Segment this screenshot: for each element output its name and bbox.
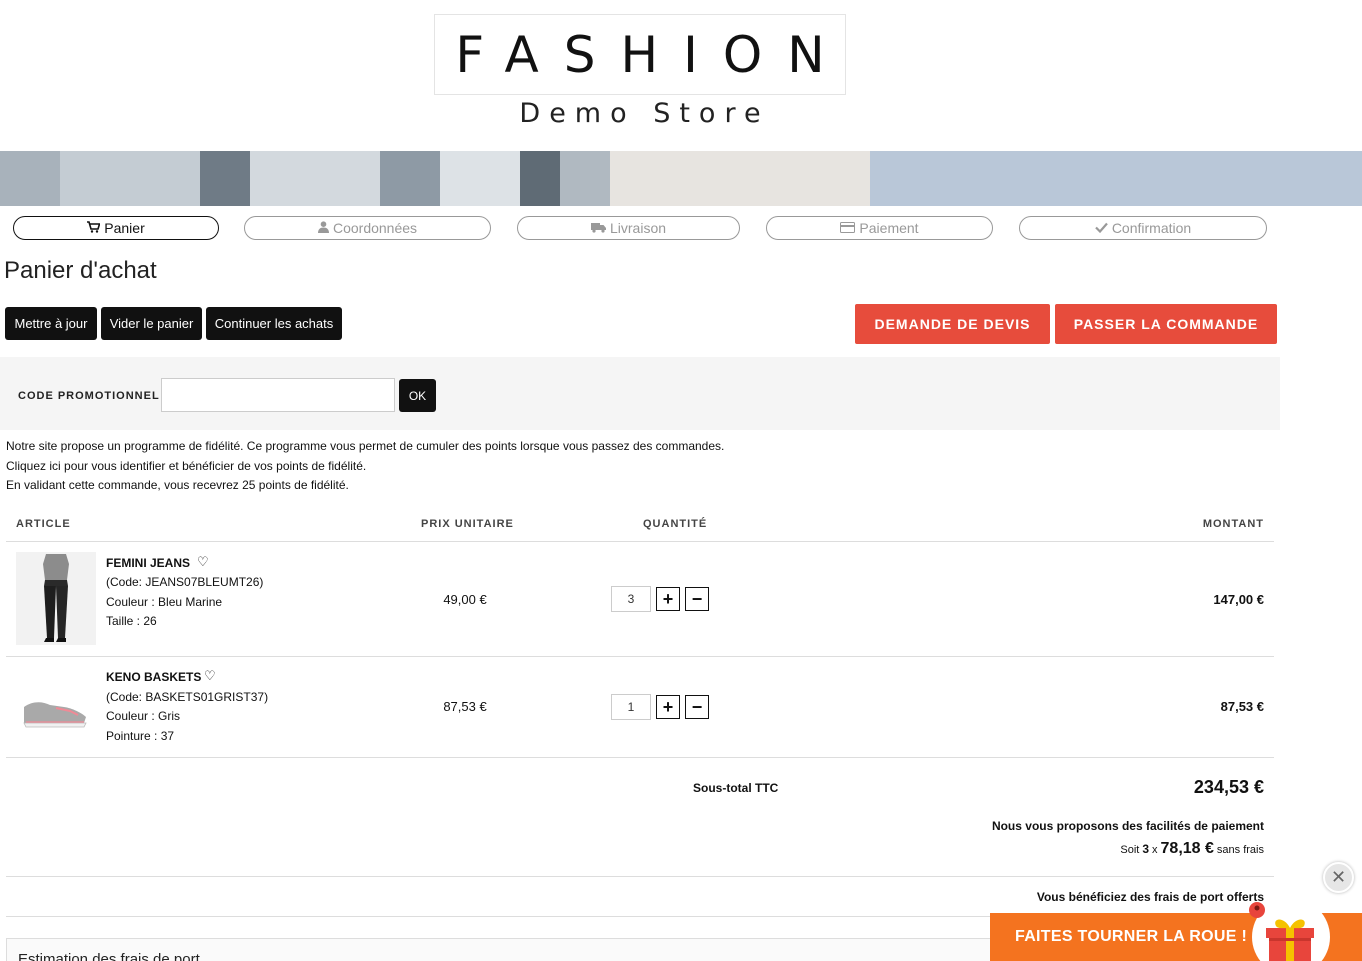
step-details[interactable]: Coordonnées [244,216,491,240]
payment-facilities-title: Nous vous proposons des facilités de pai… [991,819,1264,833]
header-unit-price: PRIX UNITAIRE [421,518,514,530]
installment-prefix: Soit [1120,844,1140,856]
subtotal-label: Sous-total TTC [693,781,779,795]
page-title: Panier d'achat [4,257,157,284]
decrease-quantity-button[interactable]: − [685,587,709,611]
installment-suffix: sans frais [1216,844,1264,856]
promo-label: CODE PROMOTIONNEL : [18,390,169,402]
decrease-quantity-button[interactable]: − [685,695,709,719]
loyalty-text: Notre site propose un programme de fidél… [6,439,725,453]
header-banner [0,151,1362,206]
logo-subtitle: Demo Store [519,98,770,129]
free-shipping-text: Vous bénéficiez des frais de port offert… [1036,890,1264,904]
step-label: Coordonnées [332,220,418,236]
step-delivery[interactable]: Livraison [517,216,740,240]
notification-dot [1249,902,1265,918]
step-label: Confirmation [1111,220,1192,236]
gift-icon [1262,912,1318,961]
product-code: (Code: BASKETS01GRIST37) [106,690,269,704]
line-amount: 87,53 € [1220,699,1264,714]
product-size: Pointure : 37 [106,729,175,743]
increase-quantity-button[interactable]: + [656,587,680,611]
installment-times: x [1152,844,1158,856]
quantity-input[interactable]: 3 [611,586,651,612]
unit-price: 49,00 € [443,592,487,607]
cart-icon [87,221,101,235]
installment-amount: 78,18 € [1160,840,1214,857]
close-icon[interactable]: ✕ [1323,862,1354,893]
check-icon [1095,222,1108,235]
loyalty-login-link[interactable]: Cliquez ici pour vous identifier et béné… [6,459,366,473]
product-code: (Code: JEANS07BLEUMT26) [106,575,264,589]
line-amount: 147,00 € [1213,592,1264,607]
promo-code-input[interactable] [161,378,395,412]
logo-title: FASHION [455,25,850,84]
step-label: Livraison [609,220,667,236]
subtotal-value: 234,53 € [1193,777,1264,797]
loyalty-points-text: En validant cette commande, vous recevre… [6,478,349,492]
installment-line: Soit 3 x 78,18 € sans frais [1120,840,1264,858]
update-cart-button[interactable]: Mettre à jour [5,307,97,340]
product-image-jeans[interactable] [16,552,96,645]
truck-icon [590,222,606,235]
product-name[interactable]: KENO BASKETS [106,670,201,684]
increase-quantity-button[interactable]: + [656,695,680,719]
divider [6,757,1274,758]
promo-section: CODE PROMOTIONNEL : OK [0,357,1280,430]
product-color: Couleur : Gris [106,709,181,723]
shipping-estimate-title: Estimation des frais de port [18,951,200,961]
step-label: Panier [104,220,145,236]
header-amount: MONTANT [1202,518,1264,530]
shipping-estimate-panel[interactable]: Estimation des frais de port [6,938,996,961]
product-size: Taille : 26 [106,614,157,628]
header-quantity: QUANTITÉ [643,518,708,530]
credit-card-icon [840,221,856,235]
user-icon [317,221,329,235]
product-image-sneakers[interactable] [16,667,96,747]
spin-wheel-label[interactable]: FAITES TOURNER LA ROUE ! [1015,928,1247,946]
empty-cart-button[interactable]: Vider le panier [101,307,202,340]
divider [6,876,1274,877]
continue-shopping-button[interactable]: Continuer les achats [206,307,342,340]
unit-price: 87,53 € [443,699,487,714]
product-color: Couleur : Bleu Marine [106,595,223,609]
step-cart[interactable]: Panier [13,216,219,240]
divider [6,541,1274,542]
header-article: ARTICLE [16,518,71,530]
step-payment[interactable]: Paiement [766,216,993,240]
promo-ok-button[interactable]: OK [399,379,436,412]
step-label: Paiement [859,220,919,236]
installment-count: 3 [1142,842,1150,856]
heart-icon[interactable]: ♡ [204,668,216,684]
heart-icon[interactable]: ♡ [197,554,209,570]
quote-request-button[interactable]: DEMANDE DE DEVIS [855,304,1050,344]
product-name[interactable]: FEMINI JEANS [106,556,190,570]
checkout-button[interactable]: PASSER LA COMMANDE [1055,304,1277,344]
store-logo[interactable]: FASHION [434,14,846,95]
quantity-input[interactable]: 1 [611,694,651,720]
divider [6,656,1274,657]
step-confirmation[interactable]: Confirmation [1019,216,1267,240]
